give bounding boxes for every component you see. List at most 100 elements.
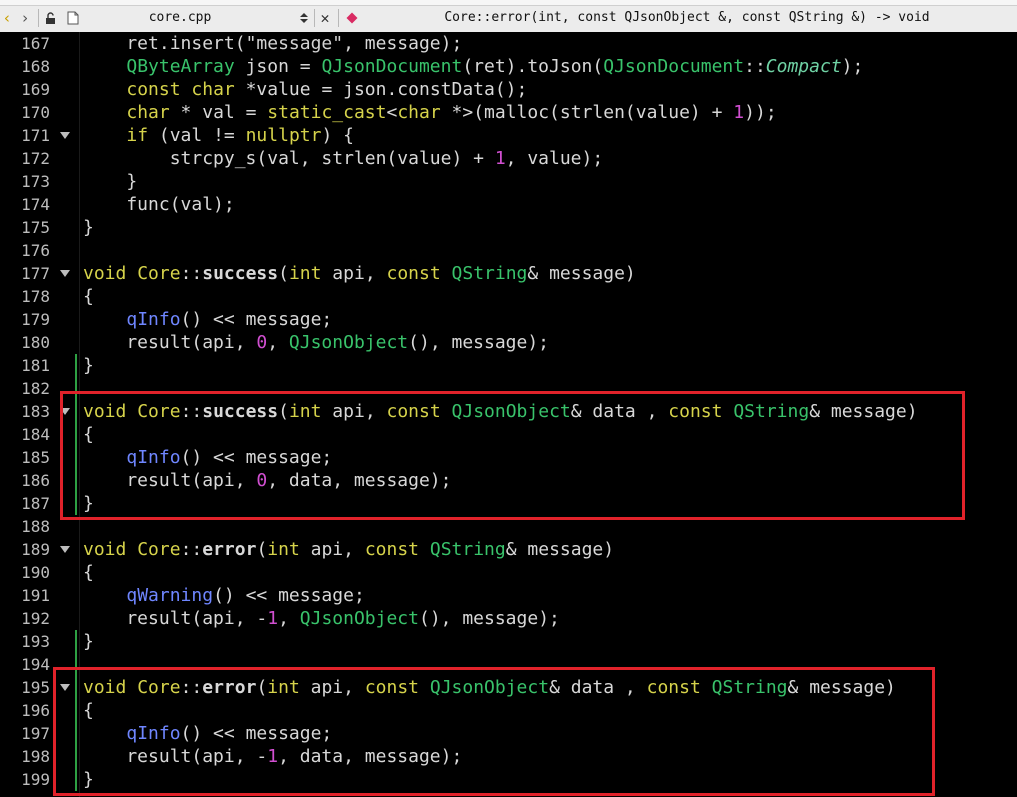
code-line[interactable]: } bbox=[83, 216, 94, 239]
code-token: & message) bbox=[527, 263, 636, 284]
code-token: (), message); bbox=[418, 608, 560, 629]
code-line[interactable]: } bbox=[83, 630, 94, 653]
code-token: api, bbox=[299, 539, 365, 560]
editor-toolbar: ‹ › core.cpp ✕ Core::error(int, const QJ… bbox=[0, 0, 1017, 32]
line-number: 168 bbox=[21, 57, 50, 76]
line-number: 199 bbox=[21, 770, 50, 789]
code-token: 0 bbox=[256, 332, 268, 353]
code-line[interactable]: void Core::error(int api, const QString&… bbox=[83, 538, 614, 561]
fold-arrow-icon[interactable] bbox=[58, 124, 72, 147]
code-line[interactable]: } bbox=[83, 170, 137, 193]
code-token: result(api, - bbox=[83, 608, 268, 629]
code-line[interactable]: } bbox=[83, 354, 94, 377]
code-line[interactable]: if (val != nullptr) { bbox=[83, 124, 354, 147]
code-token: Core bbox=[137, 263, 181, 284]
code-line[interactable]: char * val = static_cast<char *>(malloc(… bbox=[83, 101, 777, 124]
code-token: < bbox=[386, 102, 398, 123]
code-token: success bbox=[202, 263, 279, 284]
code-token: (val != bbox=[148, 125, 246, 146]
code-token: char bbox=[126, 102, 170, 123]
line-number: 182 bbox=[21, 379, 50, 398]
code-token: 1 bbox=[267, 608, 279, 629]
code-token: func(val); bbox=[83, 194, 235, 215]
toolbar-separator bbox=[38, 9, 39, 27]
code-token: error bbox=[202, 539, 257, 560]
combo-arrows-icon[interactable] bbox=[298, 8, 310, 28]
code-token: QByteArray bbox=[126, 56, 235, 77]
code-line[interactable]: result(api, 0, QJsonObject(), message); bbox=[83, 331, 549, 354]
code-token: } bbox=[83, 355, 94, 376]
code-token: static_cast bbox=[267, 102, 387, 123]
line-number: 185 bbox=[21, 448, 50, 467]
symbol-icon bbox=[346, 8, 358, 28]
code-line[interactable]: qWarning() << message; bbox=[83, 584, 365, 607]
code-line[interactable]: ret.insert("message", message); bbox=[83, 32, 462, 55]
code-line[interactable]: strcpy_s(val, strlen(value) + 1, value); bbox=[83, 147, 604, 170]
code-token: )); bbox=[744, 102, 777, 123]
code-token: 1 bbox=[494, 148, 506, 169]
code-token: void bbox=[83, 539, 127, 560]
code-line[interactable]: void Core::success(int api, const QStrin… bbox=[83, 262, 636, 285]
code-line[interactable]: qInfo() << message; bbox=[83, 308, 332, 331]
code-token: qWarning bbox=[126, 585, 214, 606]
diff-marker bbox=[75, 354, 77, 377]
line-number: 179 bbox=[21, 310, 50, 329]
line-number: 181 bbox=[21, 356, 50, 375]
code-token: const bbox=[386, 263, 441, 284]
code-line[interactable]: { bbox=[83, 561, 94, 584]
line-number: 177 bbox=[21, 264, 50, 283]
line-number: 172 bbox=[21, 149, 50, 168]
line-number: 174 bbox=[21, 195, 50, 214]
code-token: , bbox=[267, 332, 289, 353]
line-number: 173 bbox=[21, 172, 50, 191]
line-number: 178 bbox=[21, 287, 50, 306]
symbol-selector[interactable]: Core::error(int, const QJsonObject &, co… bbox=[362, 8, 1012, 28]
code-line[interactable]: { bbox=[83, 285, 94, 308]
code-line[interactable]: func(val); bbox=[83, 193, 235, 216]
line-number: 167 bbox=[21, 34, 50, 53]
code-token: { bbox=[83, 562, 94, 583]
code-token: strcpy_s(val, strlen(value) + bbox=[83, 148, 495, 169]
code-token: result(api, bbox=[83, 332, 257, 353]
code-line[interactable]: result(api, -1, QJsonObject(), message); bbox=[83, 607, 560, 630]
highlight-box-success-overload bbox=[60, 391, 965, 520]
fold-arrow-icon[interactable] bbox=[58, 538, 72, 561]
code-token: () << message; bbox=[213, 585, 365, 606]
lock-icon[interactable] bbox=[44, 8, 58, 28]
toolbar-separator bbox=[338, 9, 339, 27]
code-token: QJsonDocument bbox=[603, 56, 745, 77]
line-number: 190 bbox=[21, 563, 50, 582]
code-token: } bbox=[83, 171, 138, 192]
code-token: if bbox=[126, 125, 149, 146]
fold-arrow-icon[interactable] bbox=[58, 262, 72, 285]
file-selector[interactable]: core.cpp bbox=[90, 8, 270, 28]
code-token: , bbox=[278, 608, 300, 629]
code-token: ( bbox=[278, 263, 289, 284]
line-number: 180 bbox=[21, 333, 50, 352]
code-token: } bbox=[83, 217, 94, 238]
chevron-left-icon[interactable]: ‹ bbox=[0, 8, 14, 28]
code-line[interactable]: const char *value = json.constData(); bbox=[83, 78, 527, 101]
code-token: QJsonObject bbox=[288, 332, 409, 353]
diff-marker bbox=[75, 630, 77, 653]
chevron-right-icon[interactable]: › bbox=[18, 8, 32, 28]
close-icon[interactable]: ✕ bbox=[318, 8, 332, 28]
code-line[interactable]: QByteArray json = QJsonDocument(ret).toJ… bbox=[83, 55, 863, 78]
code-token: () << message; bbox=[180, 309, 333, 330]
line-number: 191 bbox=[21, 586, 50, 605]
line-number: 198 bbox=[21, 747, 50, 766]
code-token: char bbox=[397, 102, 441, 123]
code-token: int bbox=[267, 539, 300, 560]
code-token: nullptr bbox=[245, 125, 322, 146]
code-token: :: bbox=[180, 539, 203, 560]
code-token: qInfo bbox=[126, 309, 181, 330]
code-token: "message" bbox=[245, 33, 344, 54]
code-editor[interactable]: 167 168 169 170 171 172 173 174 175 176 177 178 179 1… bbox=[0, 32, 1017, 797]
code-token: } bbox=[83, 631, 94, 652]
line-number: 183 bbox=[21, 402, 50, 421]
